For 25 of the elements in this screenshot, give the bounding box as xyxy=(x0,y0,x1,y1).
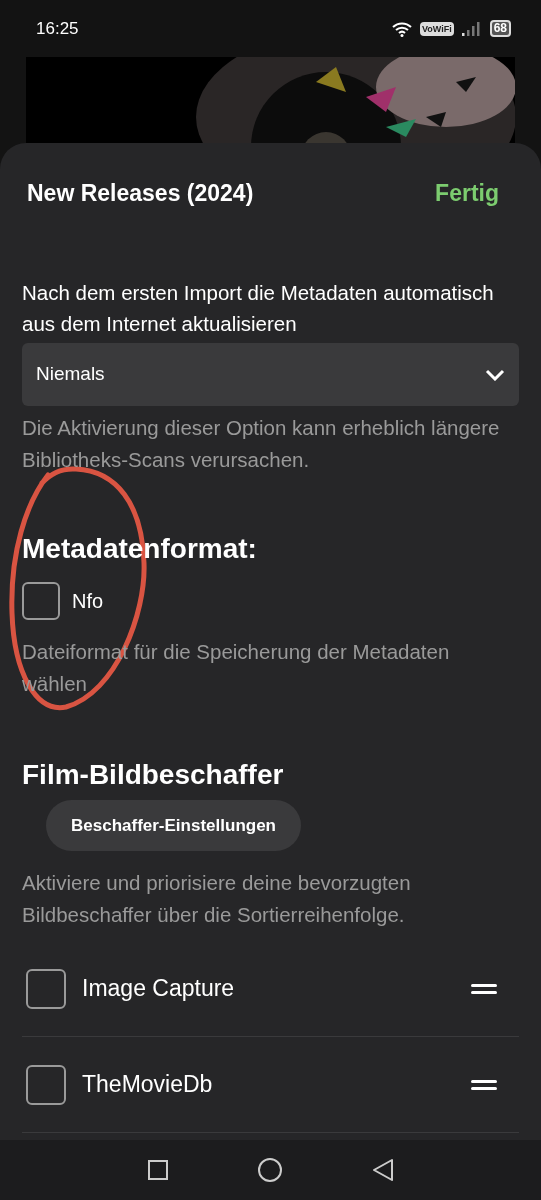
fetcher-name: TheMovieDb xyxy=(82,1070,214,1100)
done-button[interactable]: Fertig xyxy=(435,175,499,211)
checkbox-label: Nfo xyxy=(72,589,104,614)
drag-handle-icon[interactable] xyxy=(471,1079,497,1090)
status-time: 16:25 xyxy=(36,17,79,40)
home-icon[interactable] xyxy=(257,1158,282,1182)
recents-icon[interactable] xyxy=(147,1160,168,1180)
vowifi-badge: VoWiFi xyxy=(419,21,454,36)
chevron-down-icon xyxy=(485,368,505,381)
battery-indicator: 68 xyxy=(489,20,511,37)
field-label: Nach dem ersten Import die Metadaten automatisch aus dem Internet aktualisieren xyxy=(22,280,495,337)
back-icon[interactable] xyxy=(371,1158,394,1182)
refresh-dropdown[interactable]: Niemals xyxy=(22,343,519,406)
fetcher-name: Image Capture xyxy=(82,974,236,1004)
fetcher-settings-button[interactable]: Beschaffer-Einstellungen xyxy=(46,800,301,851)
section-heading: Film-Bildbeschaffer xyxy=(22,758,285,792)
help-text: Aktiviere und priorisiere deine bevorzugten Bildbeschaffer über die Sortierreihenfolge. xyxy=(22,870,412,928)
help-text: Die Aktivierung dieser Option kann erheblich längere Bibliotheks-Scans verursachen. xyxy=(22,415,501,473)
drag-handle-icon[interactable] xyxy=(471,983,497,994)
checkbox[interactable] xyxy=(26,968,66,1009)
checkbox[interactable] xyxy=(22,582,60,620)
checkbox[interactable] xyxy=(26,1064,66,1105)
wifi-icon xyxy=(391,20,412,37)
signal-icon xyxy=(461,21,482,36)
sheet-title: New Releases (2024) xyxy=(27,178,254,208)
